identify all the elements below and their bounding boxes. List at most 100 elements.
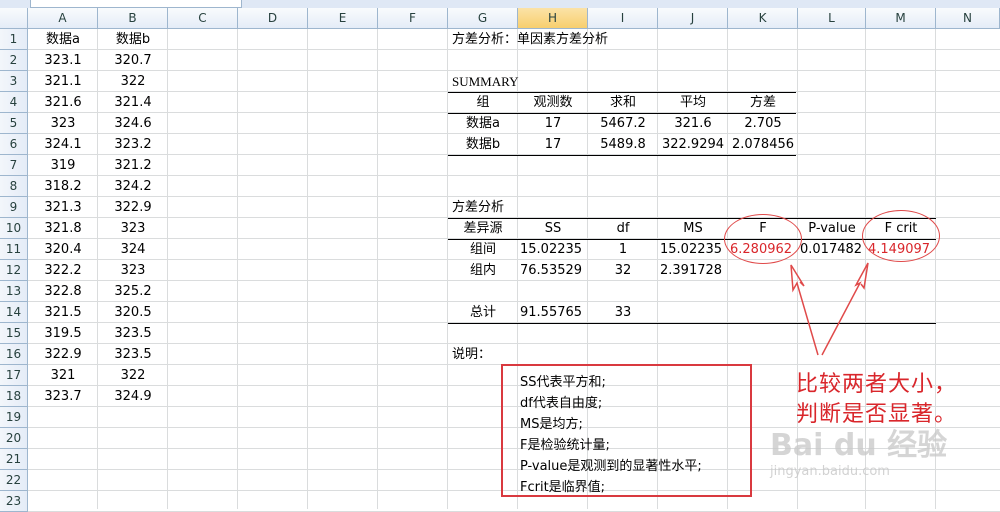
summary-a-variance[interactable]: 2.705 [728, 113, 798, 134]
row-header-7[interactable]: 7 [0, 155, 28, 176]
cell-b15[interactable]: 323.5 [98, 323, 168, 344]
between-ms[interactable]: 15.02235 [660, 239, 728, 260]
cell-b2[interactable]: 320.7 [98, 50, 168, 71]
row-header-16[interactable]: 16 [0, 344, 28, 365]
between-df[interactable]: 1 [588, 239, 658, 260]
row-header-9[interactable]: 9 [0, 197, 28, 218]
cell-b11[interactable]: 324 [98, 239, 168, 260]
cell-b1[interactable]: 数据b [98, 29, 168, 50]
cell-b10[interactable]: 323 [98, 218, 168, 239]
column-header-d[interactable]: D [238, 8, 308, 29]
column-header-m[interactable]: M [866, 8, 936, 29]
within-source[interactable]: 组内 [448, 260, 518, 281]
anova-table-label[interactable]: 方差分析 [452, 197, 504, 218]
summary-header-mean[interactable]: 平均 [658, 92, 728, 113]
summary-b-sum[interactable]: 5489.8 [588, 134, 658, 155]
column-header-j[interactable]: J [658, 8, 728, 29]
row-header-17[interactable]: 17 [0, 365, 28, 386]
anova-header-ms[interactable]: MS [658, 218, 728, 239]
summary-b-mean[interactable]: 322.9294 [658, 134, 728, 155]
cell-a16[interactable]: 322.9 [28, 344, 98, 365]
row-header-1[interactable]: 1 [0, 29, 28, 50]
total-source[interactable]: 总计 [448, 302, 518, 323]
cell-a17[interactable]: 321 [28, 365, 98, 386]
row-header-14[interactable]: 14 [0, 302, 28, 323]
cell-a10[interactable]: 321.8 [28, 218, 98, 239]
cell-a8[interactable]: 318.2 [28, 176, 98, 197]
cell-a5[interactable]: 323 [28, 113, 98, 134]
total-ss[interactable]: 91.55765 [520, 302, 588, 323]
cell-b8[interactable]: 324.2 [98, 176, 168, 197]
between-source[interactable]: 组间 [448, 239, 518, 260]
summary-a-sum[interactable]: 5467.2 [588, 113, 658, 134]
anova-header-df[interactable]: df [588, 218, 658, 239]
cell-b4[interactable]: 321.4 [98, 92, 168, 113]
anova-header-pvalue[interactable]: P-value [798, 218, 866, 239]
cell-b7[interactable]: 321.2 [98, 155, 168, 176]
column-header-n[interactable]: N [936, 8, 1000, 29]
summary-b-count[interactable]: 17 [518, 134, 588, 155]
cell-b14[interactable]: 320.5 [98, 302, 168, 323]
column-header-h[interactable]: H [518, 8, 588, 29]
anova-title[interactable]: 方差分析：单因素方差分析 [452, 29, 608, 50]
column-header-k[interactable]: K [728, 8, 798, 29]
cell-a2[interactable]: 323.1 [28, 50, 98, 71]
cell-b12[interactable]: 323 [98, 260, 168, 281]
cell-a11[interactable]: 320.4 [28, 239, 98, 260]
cell-a4[interactable]: 321.6 [28, 92, 98, 113]
summary-header-count[interactable]: 观测数 [518, 92, 588, 113]
row-header-15[interactable]: 15 [0, 323, 28, 344]
cell-b18[interactable]: 324.9 [98, 386, 168, 407]
cell-a14[interactable]: 321.5 [28, 302, 98, 323]
cell-a6[interactable]: 324.1 [28, 134, 98, 155]
cell-b6[interactable]: 323.2 [98, 134, 168, 155]
summary-label[interactable]: SUMMARY [452, 71, 518, 92]
select-all-corner[interactable] [0, 8, 28, 29]
cell-b17[interactable]: 322 [98, 365, 168, 386]
summary-header-variance[interactable]: 方差 [728, 92, 798, 113]
column-header-l[interactable]: L [798, 8, 866, 29]
row-header-12[interactable]: 12 [0, 260, 28, 281]
summary-a-count[interactable]: 17 [518, 113, 588, 134]
cell-a12[interactable]: 322.2 [28, 260, 98, 281]
summary-header-group[interactable]: 组 [448, 92, 518, 113]
column-header-b[interactable]: B [98, 8, 168, 29]
cell-a9[interactable]: 321.3 [28, 197, 98, 218]
summary-a-group[interactable]: 数据a [448, 113, 518, 134]
cell-b3[interactable]: 322 [98, 71, 168, 92]
cell-b13[interactable]: 325.2 [98, 281, 168, 302]
summary-a-mean[interactable]: 321.6 [658, 113, 728, 134]
sheet-tab-strip[interactable] [30, 0, 242, 8]
within-ss[interactable]: 76.53529 [520, 260, 588, 281]
row-header-22[interactable]: 22 [0, 470, 28, 491]
row-header-2[interactable]: 2 [0, 50, 28, 71]
between-ss[interactable]: 15.02235 [520, 239, 588, 260]
total-df[interactable]: 33 [588, 302, 658, 323]
column-header-g[interactable]: G [448, 8, 518, 29]
column-header-a[interactable]: A [28, 8, 98, 29]
within-ms[interactable]: 2.391728 [660, 260, 728, 281]
cell-a3[interactable]: 321.1 [28, 71, 98, 92]
row-header-13[interactable]: 13 [0, 281, 28, 302]
row-header-20[interactable]: 20 [0, 428, 28, 449]
row-header-5[interactable]: 5 [0, 113, 28, 134]
cell-a18[interactable]: 323.7 [28, 386, 98, 407]
cell-b9[interactable]: 322.9 [98, 197, 168, 218]
anova-header-ss[interactable]: SS [518, 218, 588, 239]
column-header-c[interactable]: C [168, 8, 238, 29]
row-header-8[interactable]: 8 [0, 176, 28, 197]
anova-header-source[interactable]: 差异源 [448, 218, 518, 239]
summary-b-group[interactable]: 数据b [448, 134, 518, 155]
explain-label[interactable]: 说明： [452, 344, 491, 365]
column-header-e[interactable]: E [308, 8, 378, 29]
row-header-6[interactable]: 6 [0, 134, 28, 155]
within-df[interactable]: 32 [588, 260, 658, 281]
column-header-f[interactable]: F [378, 8, 448, 29]
cell-b5[interactable]: 324.6 [98, 113, 168, 134]
cell-a1[interactable]: 数据a [28, 29, 98, 50]
row-header-18[interactable]: 18 [0, 386, 28, 407]
row-header-11[interactable]: 11 [0, 239, 28, 260]
row-header-4[interactable]: 4 [0, 92, 28, 113]
cell-a15[interactable]: 319.5 [28, 323, 98, 344]
cell-a13[interactable]: 322.8 [28, 281, 98, 302]
